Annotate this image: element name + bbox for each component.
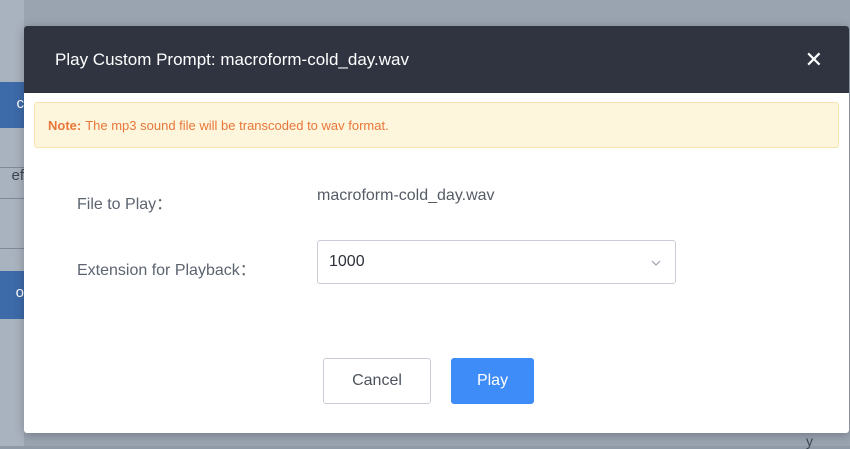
extension-select-value: 1000 <box>329 253 365 270</box>
file-to-play-label: File to Play： <box>77 196 173 213</box>
note-label: Note: <box>48 117 82 133</box>
close-icon[interactable]: ✕ <box>805 48 823 71</box>
note-text: The mp3 sound file will be transcoded to… <box>85 117 389 133</box>
file-to-play-value: macroform-cold_day.wav <box>317 187 495 204</box>
extension-label: Extension for Playback： <box>77 262 256 279</box>
dialog-title: Play Custom Prompt: macroform-cold_day.w… <box>55 49 409 69</box>
play-button[interactable]: Play <box>451 358 534 404</box>
play-prompt-dialog: Play Custom Prompt: macroform-cold_day.w… <box>24 26 849 433</box>
extension-select[interactable]: 1000 <box>317 240 676 284</box>
background-divider <box>0 248 24 249</box>
dialog-header: Play Custom Prompt: macroform-cold_day.w… <box>24 26 849 93</box>
background-left-column <box>0 0 24 446</box>
background-text-fragment: ef <box>11 167 24 184</box>
note-banner: Note: The mp3 sound file will be transco… <box>34 102 839 148</box>
background-divider <box>0 198 24 199</box>
background-text-fragment: o <box>15 284 24 301</box>
background-text-fragment: y <box>806 433 813 449</box>
chevron-down-icon <box>651 255 661 269</box>
cancel-button[interactable]: Cancel <box>323 358 431 404</box>
background-text-fragment: c <box>16 95 25 112</box>
